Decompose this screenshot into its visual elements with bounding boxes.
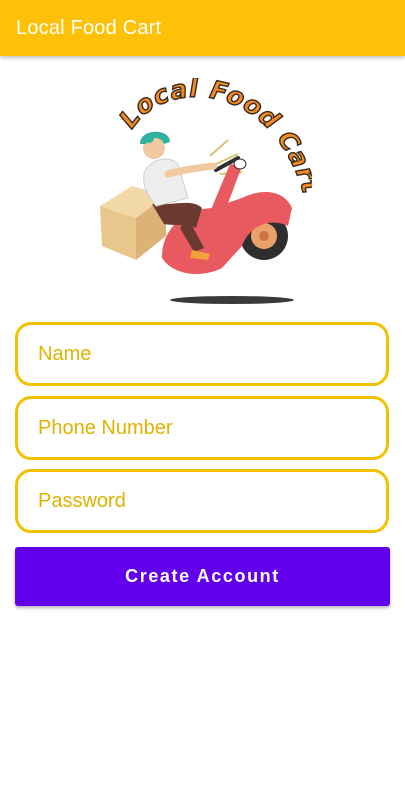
phone-input[interactable]	[36, 415, 386, 441]
app-title: Local Food Cart	[16, 16, 162, 39]
create-account-button[interactable]: Create Account	[15, 547, 390, 606]
password-input[interactable]	[36, 488, 386, 514]
phone-field[interactable]	[15, 396, 389, 460]
name-input[interactable]	[36, 341, 386, 367]
password-field[interactable]	[15, 469, 389, 533]
scooter-delivery-logo-icon: Local Food Cart	[100, 78, 312, 304]
name-field[interactable]	[15, 322, 389, 386]
app-logo: Local Food Cart	[92, 78, 312, 310]
app-bar: Local Food Cart	[0, 0, 405, 56]
